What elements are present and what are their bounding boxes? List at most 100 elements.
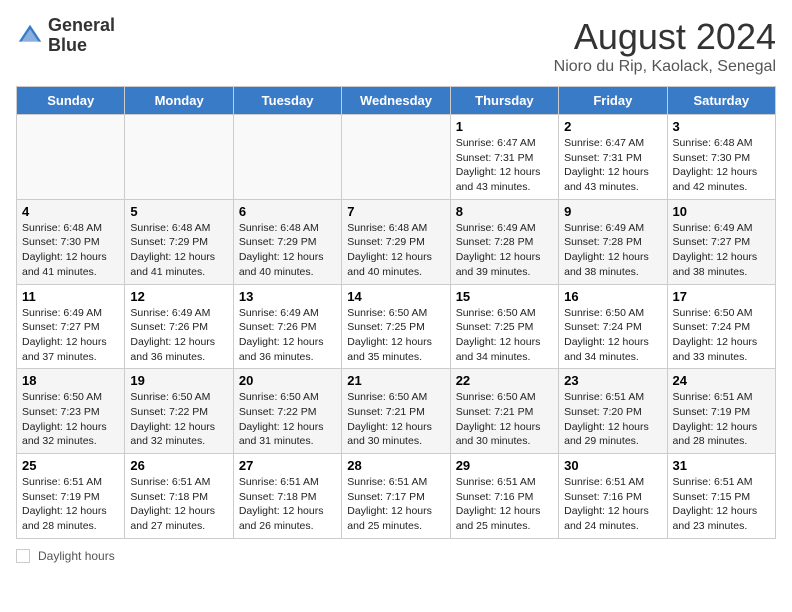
day-info: Sunrise: 6:50 AMSunset: 7:21 PMDaylight:…: [456, 390, 553, 449]
day-cell: 18Sunrise: 6:50 AMSunset: 7:23 PMDayligh…: [17, 369, 125, 454]
day-number: 5: [130, 204, 227, 219]
day-cell: 10Sunrise: 6:49 AMSunset: 7:27 PMDayligh…: [667, 199, 775, 284]
day-number: 21: [347, 373, 444, 388]
day-cell: 29Sunrise: 6:51 AMSunset: 7:16 PMDayligh…: [450, 454, 558, 539]
daylight-label: Daylight hours: [38, 549, 115, 563]
logo-line1: General: [48, 16, 115, 36]
day-number: 30: [564, 458, 661, 473]
day-info: Sunrise: 6:51 AMSunset: 7:16 PMDaylight:…: [564, 475, 661, 534]
day-number: 29: [456, 458, 553, 473]
weekday-header-sunday: Sunday: [17, 87, 125, 115]
day-number: 19: [130, 373, 227, 388]
weekday-header-saturday: Saturday: [667, 87, 775, 115]
logo-icon: [16, 22, 44, 50]
day-number: 13: [239, 289, 336, 304]
day-info: Sunrise: 6:49 AMSunset: 7:28 PMDaylight:…: [564, 221, 661, 280]
day-number: 8: [456, 204, 553, 219]
day-cell: 15 Sunrise: 6:50 AMSunset: 7:25 PMDayligh…: [450, 284, 558, 369]
day-info: Sunrise: 6:51 AMSunset: 7:18 PMDaylight:…: [130, 475, 227, 534]
day-info: Sunrise: 6:48 AMSunset: 7:29 PMDaylight:…: [347, 221, 444, 280]
day-cell: 24 Sunrise: 6:51 AMSunset: 7:19 PMDayligh…: [667, 369, 775, 454]
day-cell: 21 Sunrise: 6:50 AMSunset: 7:21 PMDayligh…: [342, 369, 450, 454]
day-number: 3: [673, 119, 770, 134]
day-info: Sunrise: 6:50 AMSunset: 7:22 PMDaylight:…: [130, 390, 227, 449]
day-number: 20: [239, 373, 336, 388]
weekday-header-wednesday: Wednesday: [342, 87, 450, 115]
day-cell: 19 Sunrise: 6:50 AMSunset: 7:22 PMDayligh…: [125, 369, 233, 454]
calendar-table: SundayMondayTuesdayWednesdayThursdayFrid…: [16, 86, 776, 539]
day-info: Sunrise: 6:51 AMSunset: 7:18 PMDaylight:…: [239, 475, 336, 534]
day-cell: 17Sunrise: 6:50 AMSunset: 7:24 PMDayligh…: [667, 284, 775, 369]
day-cell: 7 Sunrise: 6:48 AMSunset: 7:29 PMDaylight…: [342, 199, 450, 284]
day-info: Sunrise: 6:50 AMSunset: 7:21 PMDaylight:…: [347, 390, 444, 449]
day-cell: 30 Sunrise: 6:51 AMSunset: 7:16 PMDayligh…: [559, 454, 667, 539]
day-number: 27: [239, 458, 336, 473]
daylight-box-icon: [16, 549, 30, 563]
day-info: Sunrise: 6:50 AMSunset: 7:25 PMDaylight:…: [347, 306, 444, 365]
subtitle: Nioro du Rip, Kaolack, Senegal: [554, 58, 776, 76]
day-cell: 26 Sunrise: 6:51 AMSunset: 7:18 PMDayligh…: [125, 454, 233, 539]
day-cell: [17, 115, 125, 200]
day-cell: [342, 115, 450, 200]
day-info: Sunrise: 6:50 AMSunset: 7:22 PMDaylight:…: [239, 390, 336, 449]
day-cell: 6 Sunrise: 6:48 AMSunset: 7:29 PMDaylight…: [233, 199, 341, 284]
day-cell: 31 Sunrise: 6:51 AMSunset: 7:15 PMDayligh…: [667, 454, 775, 539]
day-number: 6: [239, 204, 336, 219]
day-cell: 20 Sunrise: 6:50 AMSunset: 7:22 PMDayligh…: [233, 369, 341, 454]
day-info: Sunrise: 6:49 AMSunset: 7:27 PMDaylight:…: [22, 306, 119, 365]
day-cell: 28 Sunrise: 6:51 AMSunset: 7:17 PMDayligh…: [342, 454, 450, 539]
day-number: 4: [22, 204, 119, 219]
day-cell: 9 Sunrise: 6:49 AMSunset: 7:28 PMDaylight…: [559, 199, 667, 284]
week-row-1: 1Sunrise: 6:47 AMSunset: 7:31 PMDaylight…: [17, 115, 776, 200]
day-info: Sunrise: 6:48 AMSunset: 7:30 PMDaylight:…: [673, 136, 770, 195]
weekday-header-friday: Friday: [559, 87, 667, 115]
day-number: 7: [347, 204, 444, 219]
day-number: 12: [130, 289, 227, 304]
day-cell: 23 Sunrise: 6:51 AMSunset: 7:20 PMDayligh…: [559, 369, 667, 454]
day-info: Sunrise: 6:51 AMSunset: 7:19 PMDaylight:…: [22, 475, 119, 534]
day-number: 31: [673, 458, 770, 473]
day-number: 16: [564, 289, 661, 304]
weekday-header-monday: Monday: [125, 87, 233, 115]
day-info: Sunrise: 6:47 AMSunset: 7:31 PMDaylight:…: [564, 136, 661, 195]
day-info: Sunrise: 6:49 AMSunset: 7:26 PMDaylight:…: [130, 306, 227, 365]
day-info: Sunrise: 6:47 AMSunset: 7:31 PMDaylight:…: [456, 136, 553, 195]
day-number: 26: [130, 458, 227, 473]
day-info: Sunrise: 6:51 AMSunset: 7:15 PMDaylight:…: [673, 475, 770, 534]
day-cell: [233, 115, 341, 200]
day-cell: 25Sunrise: 6:51 AMSunset: 7:19 PMDayligh…: [17, 454, 125, 539]
day-number: 23: [564, 373, 661, 388]
day-info: Sunrise: 6:51 AMSunset: 7:19 PMDaylight:…: [673, 390, 770, 449]
day-number: 11: [22, 289, 119, 304]
day-number: 15: [456, 289, 553, 304]
day-number: 28: [347, 458, 444, 473]
weekday-header-tuesday: Tuesday: [233, 87, 341, 115]
day-cell: 14Sunrise: 6:50 AMSunset: 7:25 PMDayligh…: [342, 284, 450, 369]
day-info: Sunrise: 6:48 AMSunset: 7:29 PMDaylight:…: [130, 221, 227, 280]
day-info: Sunrise: 6:51 AMSunset: 7:17 PMDaylight:…: [347, 475, 444, 534]
header: General Blue August 2024 Nioro du Rip, K…: [16, 16, 776, 76]
day-cell: 22 Sunrise: 6:50 AMSunset: 7:21 PMDayligh…: [450, 369, 558, 454]
day-number: 22: [456, 373, 553, 388]
day-cell: 4 Sunrise: 6:48 AMSunset: 7:30 PMDaylight…: [17, 199, 125, 284]
day-info: Sunrise: 6:48 AMSunset: 7:30 PMDaylight:…: [22, 221, 119, 280]
day-number: 18: [22, 373, 119, 388]
day-number: 24: [673, 373, 770, 388]
day-info: Sunrise: 6:51 AMSunset: 7:20 PMDaylight:…: [564, 390, 661, 449]
logo-line2: Blue: [48, 36, 115, 56]
day-info: Sunrise: 6:50 AMSunset: 7:25 PMDaylight:…: [456, 306, 553, 365]
day-info: Sunrise: 6:49 AMSunset: 7:28 PMDaylight:…: [456, 221, 553, 280]
day-cell: 8 Sunrise: 6:49 AMSunset: 7:28 PMDaylight…: [450, 199, 558, 284]
week-row-3: 11 Sunrise: 6:49 AMSunset: 7:27 PMDayligh…: [17, 284, 776, 369]
day-info: Sunrise: 6:48 AMSunset: 7:29 PMDaylight:…: [239, 221, 336, 280]
day-cell: 12 Sunrise: 6:49 AMSunset: 7:26 PMDayligh…: [125, 284, 233, 369]
day-cell: 3 Sunrise: 6:48 AMSunset: 7:30 PMDaylight…: [667, 115, 775, 200]
day-cell: 13Sunrise: 6:49 AMSunset: 7:26 PMDayligh…: [233, 284, 341, 369]
day-cell: 27 Sunrise: 6:51 AMSunset: 7:18 PMDayligh…: [233, 454, 341, 539]
day-number: 10: [673, 204, 770, 219]
day-number: 9: [564, 204, 661, 219]
day-cell: 1Sunrise: 6:47 AMSunset: 7:31 PMDaylight…: [450, 115, 558, 200]
week-row-5: 25Sunrise: 6:51 AMSunset: 7:19 PMDayligh…: [17, 454, 776, 539]
weekday-header-thursday: Thursday: [450, 87, 558, 115]
day-number: 17: [673, 289, 770, 304]
